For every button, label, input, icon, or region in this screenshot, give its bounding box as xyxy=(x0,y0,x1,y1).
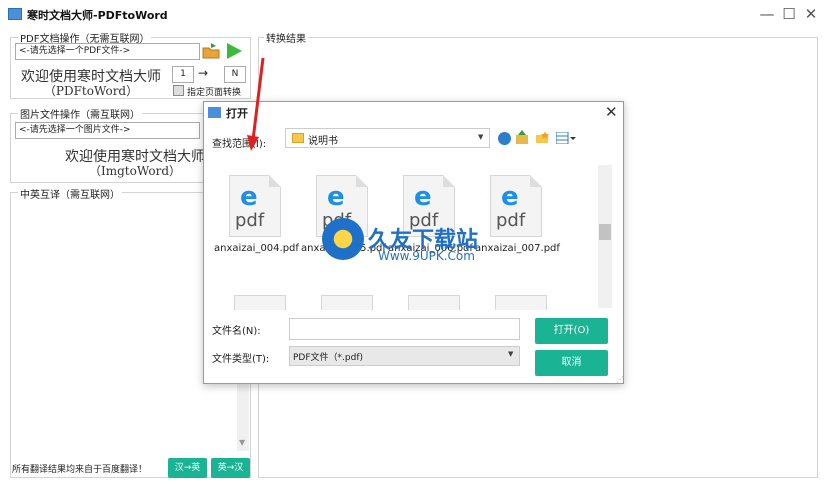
maximize-button[interactable]: ☐ xyxy=(778,4,800,24)
filename-label: 文件名(N): xyxy=(212,326,261,337)
pdf-file-icon[interactable] xyxy=(408,295,460,310)
close-button[interactable]: ✕ xyxy=(800,4,822,24)
file-name: anxaizai_004.pdf xyxy=(214,243,299,254)
file-name: anxaizai_007.pdf xyxy=(475,243,560,254)
specify-pages-checkbox[interactable] xyxy=(173,85,184,96)
open-folder-icon[interactable] xyxy=(201,42,221,60)
pdf-file-icon: epdf xyxy=(229,175,281,237)
dialog-close-icon[interactable]: ✕ xyxy=(605,103,618,121)
cancel-button[interactable]: 取消 xyxy=(535,350,608,376)
image-group-title: 图片文件操作（需互联网） xyxy=(18,106,142,121)
filetype-value: PDF文件（*.pdf) xyxy=(293,353,364,363)
open-button[interactable]: 打开(O) xyxy=(535,318,608,344)
specify-pages-label: 指定页面转换 xyxy=(187,88,242,98)
pdf-file-icon: epdf xyxy=(490,175,542,237)
lookin-dropdown-icon[interactable]: ▼ xyxy=(478,133,483,141)
watermark-logo xyxy=(322,218,364,260)
file-item[interactable]: e pdf anxaizai_004.pdf xyxy=(214,175,299,287)
filetype-label: 文件类型(T): xyxy=(212,354,270,365)
img-welcome-sub: （ImgtoWord） xyxy=(88,164,181,178)
scrollbar-thumb[interactable] xyxy=(599,224,611,240)
scroll-down-arrow-icon[interactable]: ▼ xyxy=(239,438,245,447)
play-convert-icon[interactable] xyxy=(224,41,244,61)
pdf-welcome-sub: （PDFtoWord） xyxy=(43,84,139,98)
new-folder-icon[interactable] xyxy=(535,131,549,144)
filename-input[interactable] xyxy=(289,318,520,340)
image-file-combo[interactable]: <-请先选择一个图片文件-> xyxy=(15,122,200,139)
pdf-file-combo[interactable]: <-请先选择一个PDF文件-> xyxy=(15,43,200,60)
pdf-file-icon[interactable] xyxy=(495,295,547,310)
up-folder-icon[interactable] xyxy=(515,130,529,145)
view-menu-icon[interactable] xyxy=(555,131,576,145)
pdf-file-icon[interactable] xyxy=(321,295,373,310)
lookin-value: 说明书 xyxy=(308,136,338,147)
result-group-title: 转换结果 xyxy=(264,30,308,45)
dialog-icon xyxy=(208,107,221,118)
page-from-input[interactable]: 1 xyxy=(172,66,194,83)
back-icon[interactable] xyxy=(498,132,511,145)
watermark-url: Www.9UPK.Com xyxy=(378,249,475,263)
filetype-dropdown-icon[interactable]: ▼ xyxy=(508,350,513,358)
app-icon xyxy=(8,8,22,20)
resize-grip-icon[interactable]: ⋰ xyxy=(616,375,624,384)
minimize-button[interactable]: — xyxy=(756,4,778,24)
folder-icon xyxy=(292,133,304,143)
page-arrow: → xyxy=(198,66,209,80)
translate-cn-en-button[interactable]: 汉→英 xyxy=(168,458,207,478)
annotation-arrow xyxy=(247,57,265,151)
window-title: 寒时文档大师-PDFtoWord xyxy=(27,9,168,22)
translate-footer-text: 所有翻译结果均来自于百度翻译！ xyxy=(12,465,148,475)
pdf-file-icon[interactable] xyxy=(234,295,286,310)
translate-group-title: 中英互译（需互联网） xyxy=(18,186,122,201)
page-to-input[interactable]: N xyxy=(224,66,246,83)
file-item[interactable]: e pdf anxaizai_007.pdf xyxy=(475,175,560,287)
translate-en-cn-button[interactable]: 英→汉 xyxy=(211,458,250,478)
